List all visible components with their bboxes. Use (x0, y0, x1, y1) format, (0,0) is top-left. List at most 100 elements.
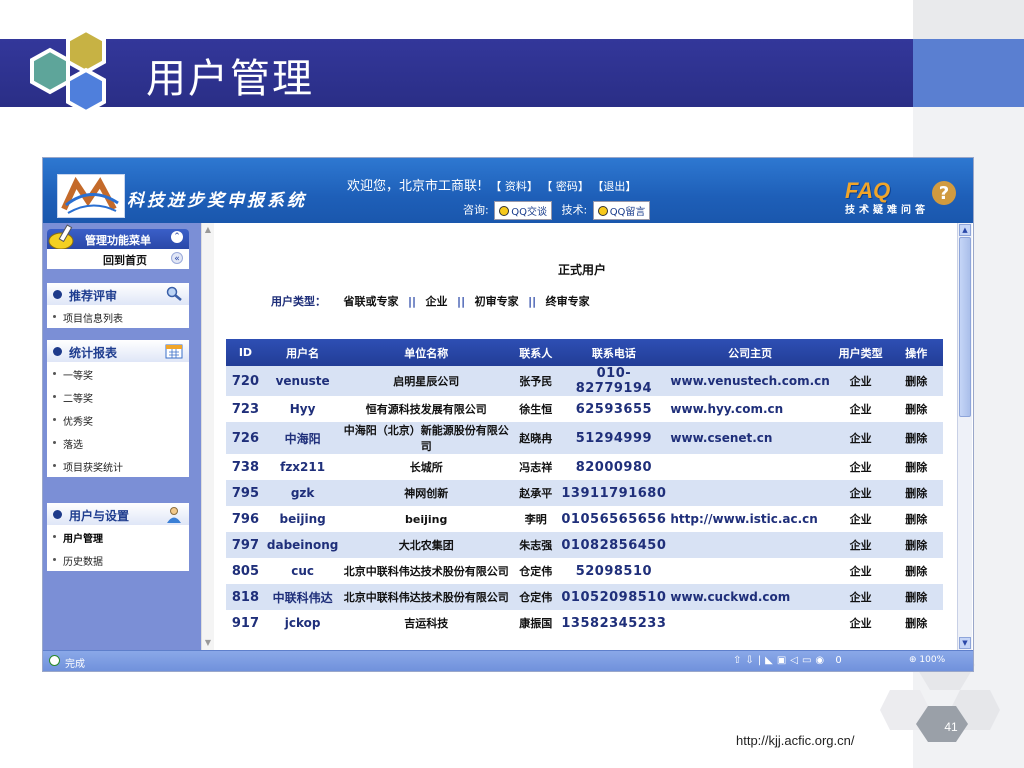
cell-contact: 仓定伟 (512, 558, 560, 584)
sidebar-item-first-prize[interactable]: 一等奖 (47, 362, 189, 385)
column-header: ID (226, 339, 265, 366)
delete-link[interactable]: 删除 (889, 480, 943, 506)
table-row: 805 cuc 北京中联科伟达技术股份有限公司 仓定伟 52098510 企业 删除 (226, 558, 943, 584)
filter-initial-expert[interactable]: 初审专家 (475, 295, 519, 308)
cell-id: 720 (226, 366, 265, 396)
section-title: 用户与设置 (69, 509, 130, 523)
cell-id: 797 (226, 532, 265, 558)
cell-contact: 张予民 (512, 366, 560, 396)
delete-link[interactable]: 删除 (889, 584, 943, 610)
faq-button[interactable]: FAQ 技术疑难问答 ? (845, 178, 959, 216)
main-content: 正式用户 用户类型： 省联或专家 || 企业 || 初审专家 || 终审专家 I… (214, 223, 957, 650)
cell-id: 818 (226, 584, 265, 610)
cell-homepage: www.hyy.com.cn (668, 396, 832, 422)
cell-user-type: 企业 (831, 454, 890, 480)
qq-message-button[interactable]: QQ留言 (592, 201, 651, 220)
delete-link[interactable]: 删除 (889, 532, 943, 558)
zoom-level[interactable]: ⊕ 100% (909, 655, 945, 665)
delete-link[interactable]: 删除 (889, 506, 943, 532)
cell-user-type: 企业 (831, 532, 890, 558)
app-logo-icon (57, 174, 125, 218)
svg-text:?: ? (939, 183, 949, 204)
cell-phone: 13582345233 (559, 610, 669, 636)
cell-username: gzk (264, 480, 341, 506)
scroll-up-icon[interactable]: ▲ (959, 224, 971, 236)
cell-unit: 恒有源科技发展有限公司 (340, 396, 513, 422)
scroll-down-icon[interactable]: ▼ (959, 637, 971, 649)
scroll-thumb[interactable] (959, 237, 971, 417)
sidebar-item-not-selected[interactable]: 落选 (47, 431, 189, 454)
cell-unit: 启明星辰公司 (340, 366, 513, 396)
cell-unit: 长城所 (340, 454, 513, 480)
sidebar-item-project-info-list[interactable]: 项目信息列表 (47, 305, 189, 328)
qq-chat-button[interactable]: QQ交谈 (494, 201, 552, 220)
table-row: 726 中海阳 中海阳（北京）新能源股份有限公司 赵晓冉 51294999 www.cse… (226, 422, 943, 454)
cell-user-type: 企业 (831, 584, 890, 610)
bullet-icon (53, 464, 56, 467)
cell-homepage (668, 610, 832, 636)
sidebar-item-user-management[interactable]: 用户管理 (47, 525, 189, 548)
cell-user-type: 企业 (831, 480, 890, 506)
bullet-icon (53, 290, 62, 299)
user-table: ID 用户名 单位名称 联系人 联系电话 公司主页 用户类型 操作 720 ven… (226, 339, 943, 636)
cell-homepage (668, 532, 832, 558)
cell-unit: 北京中联科伟达技术股份有限公司 (340, 558, 513, 584)
collapse-menu-icon[interactable]: ⌃ (171, 231, 183, 243)
delete-link[interactable]: 删除 (889, 396, 943, 422)
table-row: 720 venuste 启明星辰公司 张予民 010-82779194 www.venus… (226, 366, 943, 396)
section-header[interactable]: 统计报表 (47, 340, 189, 362)
bullet-icon (53, 441, 56, 444)
section-header[interactable]: 用户与设置 (47, 503, 189, 525)
logout-link[interactable]: 【退出】 (592, 180, 636, 193)
profile-link[interactable]: 【 资料】 (490, 180, 538, 193)
cell-id: 795 (226, 480, 265, 506)
cell-contact: 赵承平 (512, 480, 560, 506)
bullet-icon (53, 372, 56, 375)
table-header-row: ID 用户名 单位名称 联系人 联系电话 公司主页 用户类型 操作 (226, 339, 943, 366)
column-header: 用户名 (264, 339, 341, 366)
status-tray-icons: ⇧⇩|◣▣◁▭◉ 0 (733, 655, 846, 666)
bullet-icon (53, 347, 62, 356)
delete-link[interactable]: 删除 (889, 422, 943, 454)
slide-title: 用户管理 (146, 56, 314, 102)
bullet-icon (53, 315, 56, 318)
delete-link[interactable]: 删除 (889, 454, 943, 480)
filter-enterprise[interactable]: 企业 (426, 295, 448, 308)
cell-username: 中联科伟达 (264, 584, 341, 610)
password-link[interactable]: 【 密码】 (541, 180, 589, 193)
section-title: 统计报表 (69, 346, 118, 360)
delete-link[interactable]: 删除 (889, 610, 943, 636)
sidebar-scrollbar[interactable]: ▲ ▼ (201, 223, 214, 650)
faq-subtitle: 技术疑难问答 (845, 205, 929, 216)
browser-window: 科技进步奖申报系统 欢迎您，北京市工商联! 【 资料】 【 密码】 【退出】 咨… (42, 157, 974, 672)
cell-username: venuste (264, 366, 341, 396)
delete-link[interactable]: 删除 (889, 558, 943, 584)
cell-homepage: http://www.istic.ac.cn (668, 506, 832, 532)
double-chevron-left-icon[interactable]: « (171, 252, 183, 264)
status-bar: 完成 ⇧⇩|◣▣◁▭◉ 0 ⊕ 100% (43, 650, 973, 671)
scroll-up-icon[interactable]: ▲ (203, 225, 213, 235)
bullet-icon (53, 418, 56, 421)
user-type-filter: 用户类型： 省联或专家 || 企业 || 初审专家 || 终审专家 (271, 293, 590, 309)
sidebar-item-award-stats[interactable]: 项目获奖统计 (47, 454, 189, 477)
sidebar-item-label: 项目信息列表 (63, 314, 123, 325)
table-row: 738 fzx211 长城所 冯志祥 82000980 企业 删除 (226, 454, 943, 480)
separator: || (528, 295, 537, 308)
app-logo-name: 科技进步奖申报系统 (127, 191, 307, 211)
home-row[interactable]: 回到首页 « (47, 249, 189, 269)
home-link[interactable]: 回到首页 (103, 252, 147, 268)
sidebar-item-label: 用户管理 (63, 534, 103, 545)
cell-username: jckop (264, 610, 341, 636)
sidebar-item-history-data[interactable]: 历史数据 (47, 548, 189, 571)
table-row: 796 beijing beijing 李明 01056565656 http://www… (226, 506, 943, 532)
filter-final-expert[interactable]: 终审专家 (546, 295, 590, 308)
sidebar-item-excellence-prize[interactable]: 优秀奖 (47, 408, 189, 431)
section-header[interactable]: 推荐评审 (47, 283, 189, 305)
delete-link[interactable]: 删除 (889, 366, 943, 396)
scroll-down-icon[interactable]: ▼ (203, 638, 213, 648)
cell-phone: 62593655 (559, 396, 669, 422)
sidebar-item-second-prize[interactable]: 二等奖 (47, 385, 189, 408)
cell-homepage (668, 480, 832, 506)
content-scrollbar[interactable]: ▲ ▼ (957, 223, 972, 650)
filter-province-expert[interactable]: 省联或专家 (344, 295, 399, 308)
